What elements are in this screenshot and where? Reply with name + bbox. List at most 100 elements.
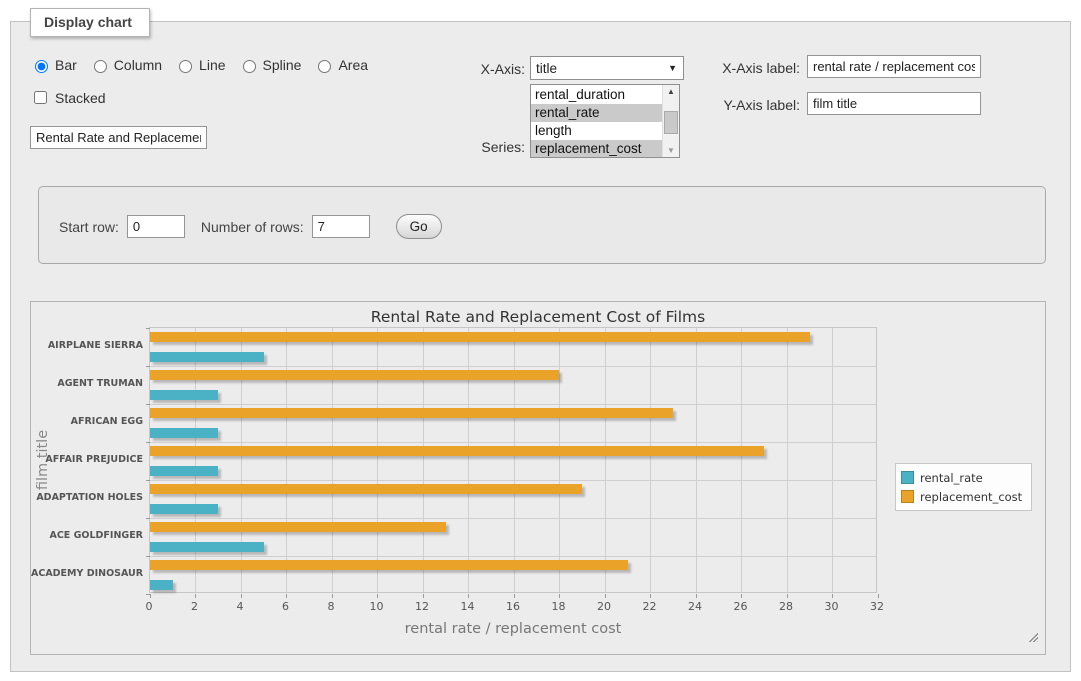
bar-replacement-cost: [150, 446, 764, 456]
y-axis-tick-mark: [146, 442, 150, 443]
category-label: ADAPTATION HOLES: [31, 492, 143, 503]
series-option-rental_duration[interactable]: rental_duration: [531, 86, 662, 104]
y-axis-tick-mark: [146, 556, 150, 557]
num-rows-label: Number of rows:: [201, 219, 304, 235]
gridline-horizontal: [150, 480, 876, 481]
x-axis-tick-mark: [286, 594, 287, 598]
select-dropdown-arrow-icon: ▼: [668, 63, 677, 73]
x-axis-tick-mark: [559, 594, 560, 598]
gridline-vertical: [468, 328, 469, 592]
category-label: ACE GOLDFINGER: [31, 530, 143, 541]
bar-rental-rate: [150, 542, 264, 552]
chart-type-radio-label: Column: [114, 57, 162, 73]
bar-rental-rate: [150, 390, 218, 400]
chart-container: Rental Rate and Replacement Cost of Film…: [30, 301, 1046, 655]
gridline-vertical: [423, 328, 424, 592]
y-axis-label-input[interactable]: [807, 92, 981, 115]
fieldset-legend: Display chart: [30, 8, 150, 37]
x-axis-tick-label: 2: [182, 600, 208, 613]
bar-rental-rate: [150, 466, 218, 476]
x-axis-tick-mark: [696, 594, 697, 598]
chart-plot-area: [149, 327, 877, 593]
bar-replacement-cost: [150, 370, 559, 380]
x-axis-tick-mark: [787, 594, 788, 598]
chart-type-radio-label: Spline: [263, 57, 302, 73]
legend-item-replacement_cost: replacement_cost: [901, 487, 1022, 506]
gridline-vertical: [377, 328, 378, 592]
series-option-replacement_cost[interactable]: replacement_cost: [531, 140, 662, 158]
legend-swatch: [901, 490, 914, 503]
chart-type-radio-label: Line: [199, 57, 225, 73]
chart-type-radio-label: Bar: [55, 57, 77, 73]
stacked-option: Stacked: [30, 88, 106, 107]
x-axis-tick-label: 10: [364, 600, 390, 613]
gridline-vertical: [514, 328, 515, 592]
x-axis-tick-mark: [605, 594, 606, 598]
bar-replacement-cost: [150, 332, 810, 342]
x-axis-tick-label: 26: [728, 600, 754, 613]
x-axis-tick-mark: [332, 594, 333, 598]
bar-rental-rate: [150, 504, 218, 514]
chart-type-radio-area[interactable]: [318, 60, 331, 73]
chart-type-radio-spline[interactable]: [243, 60, 256, 73]
y-axis-tick-mark: [146, 594, 150, 595]
series-multiselect[interactable]: rental_durationrental_ratelengthreplacem…: [530, 84, 680, 158]
scrollbar-thumb[interactable]: [664, 111, 678, 134]
chart-legend: rental_rate replacement_cost: [895, 463, 1032, 511]
x-axis-tick-mark: [241, 594, 242, 598]
gridline-vertical: [741, 328, 742, 592]
scroll-down-icon[interactable]: ▼: [663, 146, 679, 155]
category-label: AFRICAN EGG: [31, 416, 143, 427]
gridline-horizontal: [150, 556, 876, 557]
x-axis-tick-mark: [423, 594, 424, 598]
row-range-panel: Start row: Number of rows: Go: [38, 186, 1046, 264]
y-axis-tick-mark: [146, 366, 150, 367]
series-scrollbar[interactable]: ▲ ▼: [662, 85, 679, 157]
chart-type-radio-column[interactable]: [94, 60, 107, 73]
x-axis-tick-mark: [650, 594, 651, 598]
gridline-horizontal: [150, 366, 876, 367]
bar-rental-rate: [150, 428, 218, 438]
x-axis-selected-value: title: [536, 61, 557, 76]
x-axis-select[interactable]: title ▼: [530, 56, 684, 80]
chart-type-radio-line[interactable]: [179, 60, 192, 73]
start-row-input[interactable]: [127, 215, 185, 238]
gridline-vertical: [787, 328, 788, 592]
gridline-horizontal: [150, 404, 876, 405]
x-axis-tick-mark: [377, 594, 378, 598]
stacked-label: Stacked: [55, 90, 106, 106]
legend-item-rental_rate: rental_rate: [901, 468, 1022, 487]
x-axis-tick-mark: [832, 594, 833, 598]
y-axis-tick-mark: [146, 518, 150, 519]
chart-type-option-area: Area: [313, 57, 368, 73]
gridline-vertical: [241, 328, 242, 592]
y-axis-tick-mark: [146, 404, 150, 405]
chart-title-input[interactable]: [30, 126, 207, 149]
series-option-length[interactable]: length: [531, 122, 662, 140]
series-select-label: Series:: [425, 139, 525, 155]
gridline-vertical: [332, 328, 333, 592]
category-label: AFFAIR PREJUDICE: [31, 454, 143, 465]
legend-swatch: [901, 471, 914, 484]
x-axis-label-input[interactable]: [807, 55, 981, 78]
gridline-vertical: [195, 328, 196, 592]
gridline-vertical: [559, 328, 560, 592]
x-axis-tick-label: 8: [318, 600, 344, 613]
resize-handle-icon[interactable]: [1027, 631, 1038, 642]
chart-type-option-spline: Spline: [238, 57, 302, 73]
bar-replacement-cost: [150, 484, 582, 494]
num-rows-input[interactable]: [312, 215, 370, 238]
go-button[interactable]: Go: [396, 214, 442, 239]
start-row-label: Start row:: [59, 219, 119, 235]
y-axis-label-field-label: Y-Axis label:: [700, 97, 800, 113]
x-axis-tick-label: 14: [455, 600, 481, 613]
stacked-checkbox[interactable]: [34, 91, 47, 104]
chart-type-radio-bar[interactable]: [35, 60, 48, 73]
x-axis-tick-label: 20: [591, 600, 617, 613]
scroll-up-icon[interactable]: ▲: [663, 87, 679, 96]
x-axis-select-label: X-Axis:: [425, 61, 525, 77]
x-axis-tick-label: 18: [546, 600, 572, 613]
chart-type-option-line: Line: [174, 57, 225, 73]
series-option-rental_rate[interactable]: rental_rate: [531, 104, 662, 122]
legend-label: rental_rate: [920, 471, 983, 485]
